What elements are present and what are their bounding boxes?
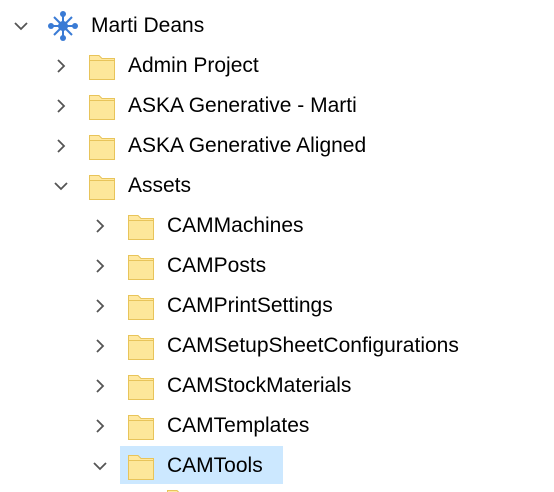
folder-tree: Marti Deans Admin Project ASKA Generativ…	[0, 0, 554, 492]
folder-icon	[88, 171, 116, 201]
chevron-right-icon[interactable]	[50, 95, 72, 117]
tree-item-camposts[interactable]: CAMPosts	[0, 246, 554, 286]
chevron-right-icon[interactable]	[89, 415, 111, 437]
tree-item-root[interactable]: Marti Deans	[0, 6, 554, 46]
tree-item-label: CAMMachines	[167, 214, 304, 237]
tree-item-partial-child[interactable]	[0, 486, 554, 492]
folder-icon	[88, 51, 116, 81]
tree-item-camprintsettings[interactable]: CAMPrintSettings	[0, 286, 554, 326]
folder-icon	[127, 371, 155, 401]
chevron-right-icon[interactable]	[50, 55, 72, 77]
tree-item-label: Assets	[128, 174, 192, 197]
tree-item-label: Marti Deans	[91, 14, 205, 37]
chevron-right-icon[interactable]	[89, 255, 111, 277]
folder-icon	[127, 211, 155, 241]
tree-item-label: CAMSetupSheetConfigurations	[167, 334, 459, 357]
folder-icon	[127, 331, 155, 361]
chevron-down-icon[interactable]	[50, 175, 72, 197]
folder-icon	[166, 486, 194, 492]
tree-item-cammachines[interactable]: CAMMachines	[0, 206, 554, 246]
chevron-down-icon[interactable]	[10, 15, 32, 37]
folder-icon	[127, 251, 155, 281]
tree-item-camtools[interactable]: CAMTools	[0, 446, 554, 486]
tree-item-label: ASKA Generative - Marti	[128, 94, 357, 117]
chevron-right-icon[interactable]	[89, 335, 111, 357]
hub-icon	[47, 10, 79, 42]
tree-item-label: Admin Project	[128, 54, 259, 77]
tree-item-admin-project[interactable]: Admin Project	[0, 46, 554, 86]
tree-item-label: ASKA Generative Aligned	[128, 134, 367, 157]
folder-icon	[127, 411, 155, 441]
folder-icon	[127, 451, 155, 481]
chevron-down-icon[interactable]	[89, 455, 111, 477]
folder-icon	[88, 91, 116, 121]
tree-item-label: CAMTools	[167, 454, 263, 477]
chevron-right-icon[interactable]	[89, 375, 111, 397]
tree-item-camsetupsheetconfigurations[interactable]: CAMSetupSheetConfigurations	[0, 326, 554, 366]
chevron-right-icon[interactable]	[89, 295, 111, 317]
tree-item-camtemplates[interactable]: CAMTemplates	[0, 406, 554, 446]
tree-item-label: CAMPosts	[167, 254, 267, 277]
chevron-right-icon[interactable]	[89, 215, 111, 237]
tree-item-label: CAMPrintSettings	[167, 294, 333, 317]
tree-item-label: CAMStockMaterials	[167, 374, 352, 397]
tree-item-camstockmaterials[interactable]: CAMStockMaterials	[0, 366, 554, 406]
folder-icon	[127, 291, 155, 321]
chevron-right-icon[interactable]	[50, 135, 72, 157]
tree-item-aska-generative-aligned[interactable]: ASKA Generative Aligned	[0, 126, 554, 166]
tree-item-aska-generative-marti[interactable]: ASKA Generative - Marti	[0, 86, 554, 126]
tree-item-label: CAMTemplates	[167, 414, 310, 437]
tree-item-assets[interactable]: Assets	[0, 166, 554, 206]
folder-icon	[88, 131, 116, 161]
